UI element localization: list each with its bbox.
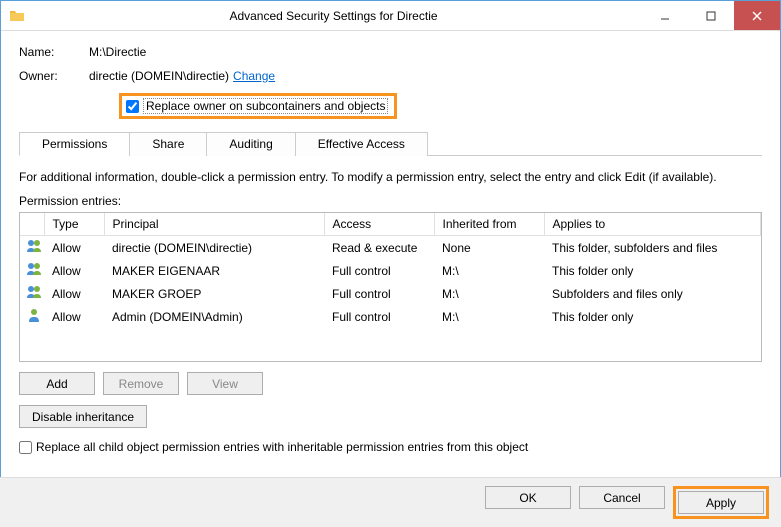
cell-access: Full control bbox=[324, 305, 434, 328]
col-access[interactable]: Access bbox=[324, 213, 434, 236]
info-text: For additional information, double-click… bbox=[19, 170, 762, 184]
add-button[interactable]: Add bbox=[19, 372, 95, 395]
maximize-button[interactable] bbox=[688, 1, 734, 30]
window-title: Advanced Security Settings for Directie bbox=[25, 9, 642, 23]
close-button[interactable] bbox=[734, 1, 780, 30]
remove-button[interactable]: Remove bbox=[103, 372, 179, 395]
col-type[interactable]: Type bbox=[44, 213, 104, 236]
cell-inherited: None bbox=[434, 236, 544, 260]
table-row[interactable]: AllowAdmin (DOMEIN\Admin)Full controlM:\… bbox=[20, 305, 761, 328]
cell-inherited: M:\ bbox=[434, 259, 544, 282]
cell-type: Allow bbox=[44, 236, 104, 260]
name-label: Name: bbox=[19, 45, 89, 59]
cell-principal: MAKER EIGENAAR bbox=[104, 259, 324, 282]
col-inherited[interactable]: Inherited from bbox=[434, 213, 544, 236]
table-row[interactable]: AllowMAKER GROEPFull controlM:\Subfolder… bbox=[20, 282, 761, 305]
cell-applies: This folder, subfolders and files bbox=[544, 236, 761, 260]
group-icon bbox=[20, 282, 44, 305]
table-row[interactable]: Allowdirectie (DOMEIN\directie)Read & ex… bbox=[20, 236, 761, 260]
cell-type: Allow bbox=[44, 282, 104, 305]
replace-owner-checkbox[interactable] bbox=[126, 100, 139, 113]
title-bar: Advanced Security Settings for Directie bbox=[1, 1, 780, 31]
cell-access: Full control bbox=[324, 282, 434, 305]
entries-label: Permission entries: bbox=[19, 194, 762, 208]
disable-inheritance-button[interactable]: Disable inheritance bbox=[19, 405, 147, 428]
view-button[interactable]: View bbox=[187, 372, 263, 395]
cancel-button[interactable]: Cancel bbox=[579, 486, 665, 509]
name-value: M:\Directie bbox=[89, 45, 146, 59]
tabs: Permissions Share Auditing Effective Acc… bbox=[19, 131, 762, 156]
entries-table-container: Type Principal Access Inherited from App… bbox=[19, 212, 762, 362]
folder-icon bbox=[9, 8, 25, 24]
col-applies[interactable]: Applies to bbox=[544, 213, 761, 236]
tab-auditing[interactable]: Auditing bbox=[206, 132, 295, 156]
ok-button[interactable]: OK bbox=[485, 486, 571, 509]
group-icon bbox=[20, 236, 44, 260]
cell-type: Allow bbox=[44, 259, 104, 282]
cell-applies: This folder only bbox=[544, 259, 761, 282]
cell-access: Read & execute bbox=[324, 236, 434, 260]
cell-type: Allow bbox=[44, 305, 104, 328]
replace-all-label: Replace all child object permission entr… bbox=[36, 440, 528, 454]
change-owner-link[interactable]: Change bbox=[233, 69, 275, 83]
person-icon bbox=[20, 305, 44, 328]
cell-access: Full control bbox=[324, 259, 434, 282]
group-icon bbox=[20, 259, 44, 282]
owner-label: Owner: bbox=[19, 69, 89, 83]
apply-button[interactable]: Apply bbox=[678, 491, 764, 514]
col-principal[interactable]: Principal bbox=[104, 213, 324, 236]
cell-principal: Admin (DOMEIN\Admin) bbox=[104, 305, 324, 328]
cell-applies: Subfolders and files only bbox=[544, 282, 761, 305]
cell-applies: This folder only bbox=[544, 305, 761, 328]
owner-value: directie (DOMEIN\directie) bbox=[89, 69, 229, 83]
replace-owner-label: Replace owner on subcontainers and objec… bbox=[143, 98, 388, 114]
apply-highlight: Apply bbox=[673, 486, 769, 519]
cell-inherited: M:\ bbox=[434, 282, 544, 305]
cell-inherited: M:\ bbox=[434, 305, 544, 328]
entries-table: Type Principal Access Inherited from App… bbox=[20, 213, 761, 328]
tab-permissions[interactable]: Permissions bbox=[19, 132, 130, 156]
table-row[interactable]: AllowMAKER EIGENAARFull controlM:\This f… bbox=[20, 259, 761, 282]
dialog-footer: OK Cancel Apply bbox=[0, 477, 781, 527]
tab-effective-access[interactable]: Effective Access bbox=[295, 132, 428, 156]
minimize-button[interactable] bbox=[642, 1, 688, 30]
cell-principal: directie (DOMEIN\directie) bbox=[104, 236, 324, 260]
cell-principal: MAKER GROEP bbox=[104, 282, 324, 305]
tab-share[interactable]: Share bbox=[129, 132, 207, 156]
replace-all-checkbox[interactable] bbox=[19, 441, 32, 454]
replace-owner-highlight: Replace owner on subcontainers and objec… bbox=[119, 93, 397, 119]
